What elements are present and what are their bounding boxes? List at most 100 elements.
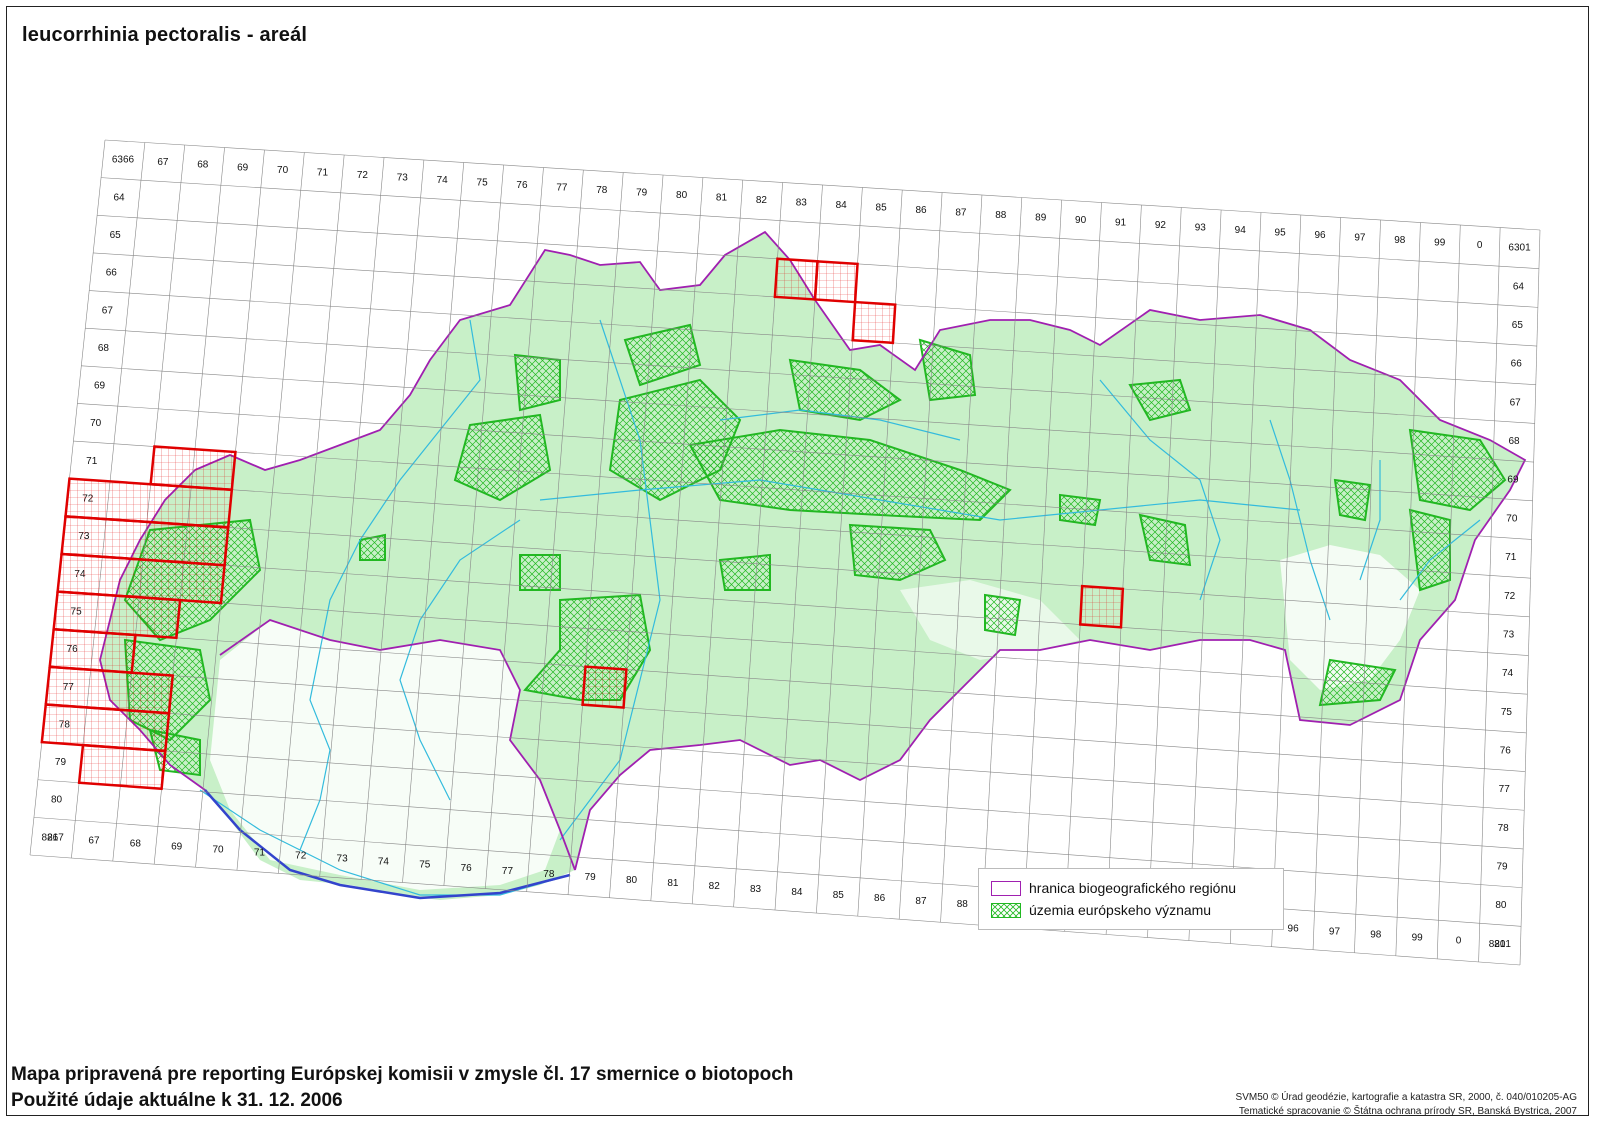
grid-label-right: 69 (1507, 475, 1519, 486)
grid-label-top: 94 (1235, 225, 1247, 236)
grid-label-top: 91 (1115, 218, 1127, 229)
occurrence-square-west (77, 743, 167, 791)
map-legend: hranica biogeografického regiónu územia … (978, 868, 1284, 930)
grid-label-bottom: 0 (1456, 936, 1462, 947)
grid-label-top: 67 (157, 157, 169, 168)
grid-label-left: 68 (98, 343, 110, 354)
grid-label-right: 68 (1508, 436, 1520, 447)
grid-label-bottom: 76 (461, 863, 473, 874)
grid-label-top: 74 (437, 175, 449, 186)
grid-label-right: 80 (1495, 900, 1507, 911)
legend-label-region-border: hranica biogeografického regiónu (1029, 880, 1237, 896)
grid-label-right: 66 (1511, 359, 1523, 370)
footer-description: Mapa pripravená pre reporting Európskej … (11, 1064, 794, 1085)
grid-label-top: 73 (397, 172, 409, 183)
grid-label-left: 67 (102, 305, 114, 316)
grid-label-right: 67 (1510, 397, 1522, 408)
grid-label-right: 64 (1513, 281, 1525, 292)
grid-label-top: 99 (1434, 238, 1446, 249)
grid-label-bottom: 68 (130, 838, 142, 849)
legend-item-region-border: hranica biogeografického regiónu (991, 878, 1236, 898)
grid-label-top: 97 (1354, 233, 1366, 244)
credit-thematic: Tematické spracovanie © Štátna ochrana p… (1238, 1106, 1577, 1117)
occurrence-square (813, 259, 859, 304)
grid-label-right: 75 (1501, 707, 1513, 718)
grid-label-left: 70 (90, 418, 102, 429)
grid-label-bottom: 75 (419, 860, 431, 871)
grid-label-top: 72 (357, 170, 369, 181)
occurrence-square (581, 665, 628, 709)
grid-label-right: 81 (1494, 939, 1506, 950)
region-border-swatch (991, 880, 1021, 896)
grid-label-bottom: 85 (833, 890, 845, 901)
grid-label-right: 79 (1496, 861, 1508, 872)
grid-label-bottom: 81 (667, 878, 679, 889)
occurrence-square-west (40, 703, 171, 753)
grid-label-top: 95 (1275, 228, 1287, 239)
grid-label-top: 82 (756, 195, 768, 206)
grid-label-top: 6366 (112, 155, 135, 166)
occurrence-square (773, 257, 819, 301)
grid-label-top: 86 (915, 205, 927, 216)
grid-label-top: 69 (237, 162, 249, 173)
grid-label-left: 65 (110, 230, 122, 241)
grid-label-top: 80 (676, 190, 688, 201)
grid-label-top: 0 (1477, 240, 1483, 251)
grid-label-right: 74 (1502, 668, 1514, 679)
grid-label-top: 79 (636, 187, 648, 198)
grid-label-right: 76 (1500, 745, 1512, 756)
grid-label-bottom: 78 (543, 869, 555, 880)
grid-label-bottom: 87 (915, 896, 927, 907)
grid-label-top: 93 (1195, 223, 1207, 234)
grid-label-left: 81 (47, 832, 59, 843)
grid-label-bottom: 86 (874, 893, 886, 904)
grid-label-top: 83 (796, 197, 808, 208)
grid-label-bottom: 83 (750, 884, 762, 895)
grid-label-top: 84 (836, 200, 848, 211)
grid-label-bottom: 70 (212, 845, 224, 856)
grid-label-right: 77 (1499, 784, 1511, 795)
grid-label-bottom: 72 (295, 851, 307, 862)
grid-label-bottom: 98 (1370, 930, 1382, 941)
grid-label-bottom: 73 (337, 854, 349, 865)
grid-label-right: 71 (1505, 552, 1517, 563)
footer-data-date: Použité údaje aktuálne k 31. 12. 2006 (11, 1090, 343, 1111)
grid-label-left: 69 (94, 381, 106, 392)
grid-label-bottom: 79 (585, 872, 597, 883)
grid-label-top: 87 (955, 208, 967, 219)
grid-line-vertical (1519, 229, 1541, 966)
credit-base-map: SVM50 © Úrad geodézie, kartografie a kat… (1235, 1092, 1577, 1103)
grid-label-top: 71 (317, 167, 329, 178)
grid-label-bottom: 82 (709, 881, 721, 892)
grid-label-bottom: 96 (1288, 924, 1300, 935)
grid-label-left: 80 (51, 795, 63, 806)
grid-label-right: 72 (1504, 591, 1516, 602)
grid-label-top: 85 (876, 202, 888, 213)
grid-label-bottom: 80 (626, 875, 638, 886)
grid-line-horizontal (101, 177, 1539, 269)
grid-label-top: 6301 (1508, 243, 1531, 254)
grid-label-top: 98 (1394, 235, 1406, 246)
legend-label-protected-areas: územia európskeho významu (1029, 902, 1212, 918)
grid-label-left: 79 (55, 757, 67, 768)
grid-label-right: 73 (1503, 629, 1515, 640)
grid-label-bottom: 74 (378, 857, 390, 868)
occurrence-square-west (149, 445, 237, 492)
grid-label-bottom: 71 (254, 848, 266, 859)
grid-label-bottom: 97 (1329, 927, 1341, 938)
grid-label-top: 75 (477, 177, 489, 188)
occurrence-square (851, 300, 897, 345)
grid-line-horizontal (104, 139, 1541, 231)
grid-label-top: 81 (716, 192, 728, 203)
map-canvas: 6366 67 68 69 70 71 72 73 74 75 76 77 78 79 80 81 82 83 84… (29, 139, 1541, 966)
grid-label-right: 70 (1506, 513, 1518, 524)
grid-label-top: 77 (556, 182, 568, 193)
grid-label-bottom: 84 (791, 887, 803, 898)
grid-label-top: 70 (277, 165, 289, 176)
grid-label-top: 96 (1314, 230, 1326, 241)
grid-label-left: 71 (86, 456, 98, 467)
grid-label-bottom: 69 (171, 841, 183, 852)
grid-label-bottom: 99 (1412, 933, 1424, 944)
occurrence-square (1078, 584, 1125, 629)
grid-label-bottom: 88 (957, 899, 969, 910)
